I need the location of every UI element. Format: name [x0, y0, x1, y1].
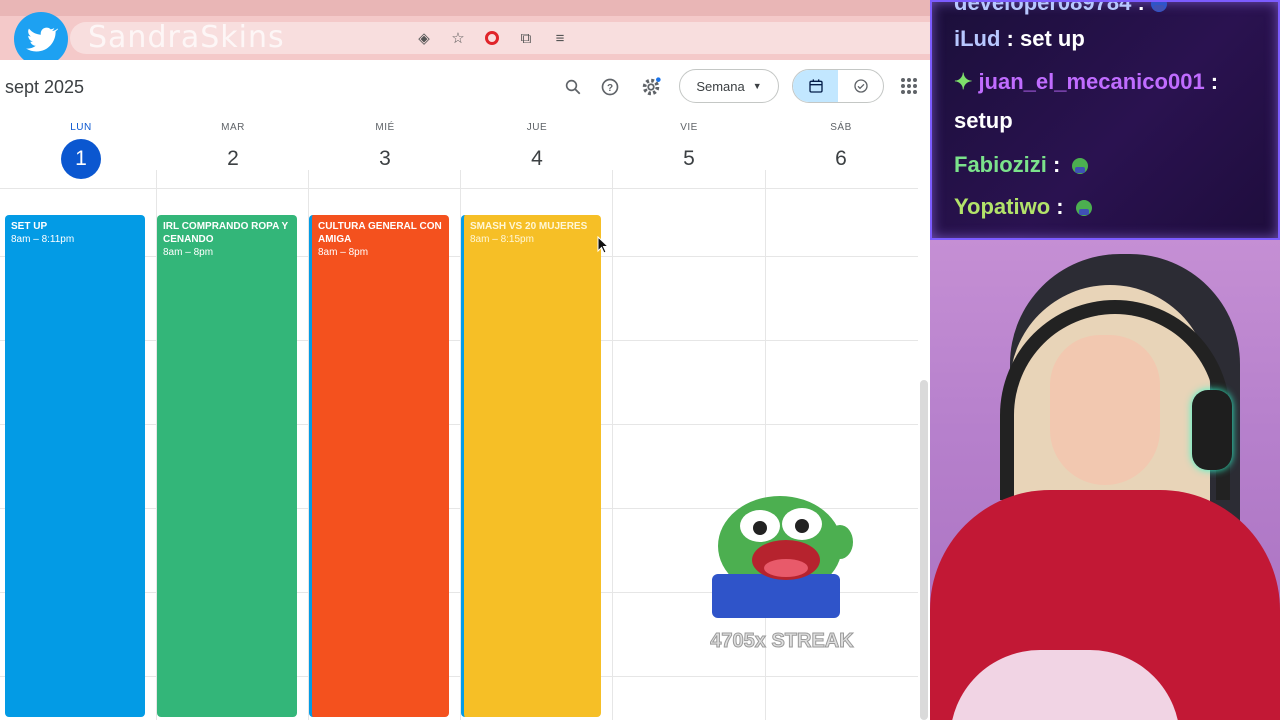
calendar-icon — [808, 79, 823, 93]
search-icon[interactable] — [560, 74, 586, 100]
view-select-label: Semana — [696, 78, 745, 94]
event-set-up[interactable]: SET UP 8am – 8:11pm — [5, 215, 145, 717]
day-number[interactable]: 2 — [213, 139, 253, 179]
event-irl-comprando[interactable]: IRL COMPRANDO ROPA Y CENANDO 8am – 8pm — [157, 215, 297, 717]
browser-toolbar: SandraSkins ◈ ☆ ⧉ ≡ — [0, 0, 930, 66]
chat-username: Yopatiwo — [954, 194, 1051, 219]
day-number[interactable]: 5 — [669, 139, 709, 179]
chat-username: iLud — [954, 26, 1001, 51]
event-title: IRL COMPRANDO ROPA Y CENANDO — [163, 221, 289, 245]
chat-username: Fabiozizi — [954, 152, 1047, 177]
media-icon[interactable]: ≡ — [550, 28, 570, 48]
event-time: 8am – 8pm — [318, 247, 369, 258]
calendar-scrollbar[interactable] — [920, 380, 928, 720]
chat-message: Yopatiwo : — [954, 194, 1092, 220]
webcam-feed — [930, 240, 1280, 720]
headset-earcup — [1192, 390, 1232, 470]
day-header-6[interactable]: SÁB 6 — [765, 122, 917, 179]
day-header-3[interactable]: MIÉ 3 — [309, 122, 461, 179]
extensions-icon[interactable]: ⧉ — [516, 28, 536, 48]
event-time: 8am – 8pm — [163, 247, 214, 258]
mouse-cursor-icon — [597, 235, 610, 259]
day-number[interactable]: 4 — [517, 139, 557, 179]
chat-emote-icon — [1075, 200, 1092, 217]
chat-text: set up — [1020, 26, 1085, 51]
view-select[interactable]: Semana ▼ — [679, 69, 779, 103]
chat-username: juan_el_mecanico001 — [978, 69, 1205, 94]
day-header-4[interactable]: JUE 4 — [461, 122, 613, 179]
grid-divider — [612, 170, 613, 720]
chat-message: ✦ juan_el_mecanico001 : — [954, 69, 1218, 95]
chat-message: iLud : set up — [954, 26, 1085, 52]
month-title: sept 2025 — [5, 77, 85, 97]
grid-line — [0, 188, 918, 189]
tab-strip — [0, 0, 930, 16]
frog-emote-icon — [708, 488, 854, 620]
day-number[interactable]: 3 — [365, 139, 405, 179]
channel-watermark: SandraSkins — [88, 20, 285, 55]
day-header-5[interactable]: VIE 5 — [613, 122, 765, 179]
event-time: 8am – 8:11pm — [11, 234, 75, 245]
caret-down-icon: ▼ — [752, 81, 762, 91]
chat-separator: : — [1204, 69, 1219, 94]
sparkle-badge-icon: ✦ — [954, 69, 973, 94]
chat-separator: : — [1000, 26, 1020, 51]
eye-slash-icon[interactable]: ◈ — [414, 28, 434, 48]
event-time: 8am – 8:15pm — [470, 234, 534, 245]
day-abbr: SÁB — [830, 122, 852, 133]
day-abbr: MIÉ — [375, 122, 395, 133]
settings-gear-icon[interactable] — [638, 74, 664, 100]
chat-message: Fabiozizi : — [954, 152, 1089, 178]
stream-chat-overlay: developer089784 : iLud : set up ✦ juan_el… — [930, 0, 1280, 240]
event-smash[interactable]: SMASH VS 20 MUJERES 8am – 8:15pm — [461, 215, 601, 717]
chat-username: developer089784 — [954, 0, 1132, 15]
day-header-2[interactable]: MAR 2 — [157, 122, 309, 179]
calendar-header: sept 2025 ? Semana ▼ — [0, 60, 930, 114]
chat-message: developer089784 : — [954, 0, 1167, 16]
chat-message-continued: setup — [954, 108, 1013, 134]
event-cultura-general[interactable]: CULTURA GENERAL CON AMIGA 8am – 8pm — [309, 215, 449, 717]
event-title: CULTURA GENERAL CON AMIGA — [318, 221, 442, 245]
twitter-logo-icon — [14, 12, 68, 66]
chat-emote-icon — [1150, 2, 1167, 13]
chat-emote-icon — [1072, 158, 1089, 175]
day-abbr: JUE — [526, 122, 548, 133]
calendar-view-button[interactable] — [793, 70, 838, 102]
day-number[interactable]: 6 — [821, 139, 861, 179]
svg-text:?: ? — [607, 83, 613, 94]
chat-separator: : — [1050, 194, 1070, 219]
chat-text: setup — [954, 108, 1013, 133]
task-check-icon — [853, 79, 868, 93]
day-header-1[interactable]: LUN 1 — [5, 122, 157, 179]
chat-separator: : — [1046, 152, 1067, 177]
apps-grid-icon[interactable] — [900, 77, 918, 100]
day-abbr: MAR — [221, 122, 245, 133]
calendar-tasks-toggle — [792, 69, 884, 103]
day-abbr: VIE — [680, 122, 698, 133]
event-title: SMASH VS 20 MUJERES — [470, 221, 588, 232]
day-abbr: LUN — [70, 122, 92, 133]
help-icon[interactable]: ? — [597, 74, 623, 100]
tasks-view-button[interactable] — [838, 70, 883, 102]
event-title: SET UP — [11, 221, 48, 232]
star-icon[interactable]: ☆ — [448, 28, 468, 48]
streak-label: 4705x STREAK — [710, 630, 854, 653]
day-number[interactable]: 1 — [61, 139, 101, 179]
opera-icon[interactable] — [482, 28, 502, 48]
browser-action-icons: ◈ ☆ ⧉ ≡ — [414, 28, 570, 48]
chat-separator: : — [1131, 0, 1145, 15]
